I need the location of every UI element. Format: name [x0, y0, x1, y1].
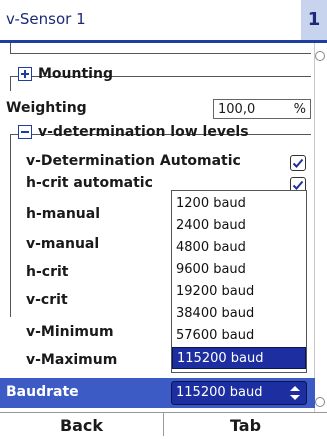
h-manual-label: h-manual: [26, 206, 100, 222]
back-button[interactable]: Back: [0, 413, 163, 436]
baud-option[interactable]: 19200 baud: [172, 281, 306, 303]
baudrate-label: Baudrate: [6, 384, 79, 400]
weighting-unit: %: [293, 102, 306, 117]
baud-option[interactable]: 57600 baud: [172, 325, 306, 347]
baud-option[interactable]: 2400 baud: [172, 215, 306, 237]
h-crit-auto-label: h-crit automatic: [26, 175, 153, 191]
h-crit-label: h-crit: [26, 264, 69, 280]
scrollbar[interactable]: [314, 43, 327, 415]
v-maximum-label: v-Maximum: [26, 352, 118, 368]
weighting-value: 100,0: [218, 102, 256, 117]
low-levels-label: v-determination low levels: [38, 124, 249, 140]
baud-option[interactable]: 1200 baud: [172, 193, 306, 215]
expand-icon[interactable]: [18, 67, 32, 81]
baud-option[interactable]: 9600 baud: [172, 259, 306, 281]
page-title: v-Sensor 1: [6, 10, 86, 28]
v-det-auto-label: v-Determination Automatic: [26, 153, 241, 169]
baudrate-row[interactable]: Baudrate 115200 baud: [0, 378, 315, 408]
baudrate-dropdown[interactable]: 1200 baud 2400 baud 4800 baud 9600 baud …: [171, 190, 307, 373]
group-bracket-top: [10, 43, 311, 54]
mounting-label: Mounting: [38, 66, 113, 82]
softkey-bar: Back Tab: [0, 412, 327, 436]
scroll-mark-bottom: [315, 397, 325, 407]
v-det-auto-checkbox[interactable]: [290, 155, 306, 171]
spinner-arrows-icon: [290, 386, 300, 400]
v-manual-label: v-manual: [26, 236, 100, 252]
baud-option[interactable]: 4800 baud: [172, 237, 306, 259]
baud-option[interactable]: 38400 baud: [172, 303, 306, 325]
baudrate-select[interactable]: 115200 baud: [171, 381, 307, 405]
header-bar: v-Sensor 1 1: [0, 0, 327, 43]
scroll-mark-top: [315, 51, 325, 61]
weighting-input[interactable]: 100,0 %: [213, 99, 311, 119]
page-number-badge: 1: [301, 0, 327, 40]
tab-button[interactable]: Tab: [164, 413, 327, 436]
baud-option-selected[interactable]: 115200 baud: [172, 347, 306, 369]
v-minimum-label: v-Minimum: [26, 324, 114, 340]
collapse-icon[interactable]: [18, 125, 32, 139]
weighting-label: Weighting: [6, 100, 87, 116]
device-screen: v-Sensor 1 1 Mounting Weighting 100,0 % …: [0, 0, 327, 436]
v-crit-label: v-crit: [26, 292, 68, 308]
baudrate-selected-value: 115200 baud: [176, 385, 263, 400]
